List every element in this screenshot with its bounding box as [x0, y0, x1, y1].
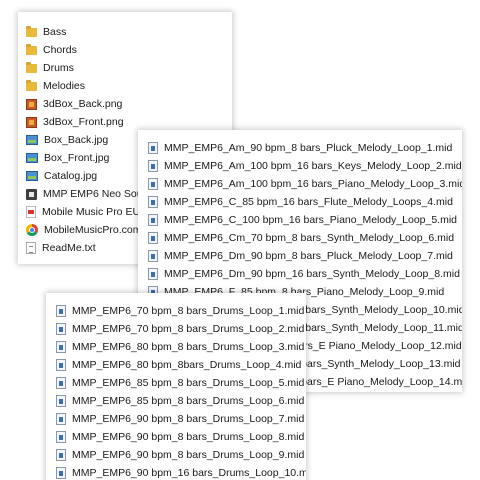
midi-file-icon	[56, 431, 66, 443]
midi-file-item[interactable]: MMP_EMP6_80 bpm_8 bars_Drums_Loop_3.mid	[56, 338, 306, 356]
midi-file-icon	[56, 395, 66, 407]
pdf-file-icon	[26, 206, 36, 218]
midi-file-item[interactable]: MMP_EMP6_85 bpm_8 bars_Drums_Loop_5.mid	[56, 374, 306, 392]
file-label: Drums	[43, 62, 74, 74]
file-label: MMP_EMP6_90 bpm_8 bars_Drums_Loop_8.mid	[72, 431, 305, 443]
file-label: 3dBox_Back.png	[43, 98, 123, 110]
file-item[interactable]: ReadMe.txt	[26, 239, 146, 257]
midi-file-icon	[148, 178, 158, 190]
midi-file-icon	[148, 160, 158, 172]
folder-icon	[26, 80, 37, 91]
folder-item-bass[interactable]: Bass	[26, 23, 146, 41]
midi-file-icon	[56, 341, 66, 353]
root-file-list: Bass Chords Drums Melodies 3dBox_Back.pn…	[26, 23, 146, 257]
midi-file-icon	[148, 214, 158, 226]
file-label: MMP_EMP6_C_100 bpm_16 bars_Piano_Melody_…	[164, 214, 458, 226]
folder-item-chords[interactable]: Chords	[26, 41, 146, 59]
file-label: MMP_EMP6_90 bpm_16 bars_Drums_Loop_10.mi…	[72, 467, 306, 479]
midi-file-item[interactable]: MMP_EMP6_Am_100 bpm_16 bars_Keys_Melody_…	[148, 157, 462, 175]
png-file-icon	[26, 116, 37, 128]
file-label: MMP_EMP6_80 bpm_8 bars_Drums_Loop_3.mid	[72, 341, 305, 353]
file-label: MobileMusicPro.com	[44, 224, 142, 236]
midi-file-item[interactable]: MMP_EMP6_Cm_70 bpm_8 bars_Synth_Melody_L…	[148, 229, 462, 247]
jpg-file-icon	[26, 171, 38, 181]
jpg-file-icon	[26, 135, 38, 145]
file-label: MMP_EMP6_Dm_90 bpm_8 bars_Pluck_Melody_L…	[164, 250, 453, 262]
midi-file-icon	[148, 268, 158, 280]
file-label: MMP EMP6 Neo Soul	[43, 188, 145, 200]
file-label: MMP_EMP6_Dm_90 bpm_16 bars_Synth_Melody_…	[164, 268, 460, 280]
midi-file-icon	[56, 323, 66, 335]
midi-file-item[interactable]: MMP_EMP6_90 bpm_8 bars_Drums_Loop_8.mid	[56, 428, 306, 446]
folder-item-melodies[interactable]: Melodies	[26, 77, 146, 95]
file-item[interactable]: Catalog.jpg	[26, 167, 146, 185]
file-label: MMP_EMP6_90 bpm_8 bars_Drums_Loop_7.mid	[72, 413, 305, 425]
midi-file-icon	[148, 142, 158, 154]
file-item[interactable]: Mobile Music Pro EUL	[26, 203, 146, 221]
file-item[interactable]: Box_Back.jpg	[26, 131, 146, 149]
midi-file-icon	[56, 467, 66, 479]
file-label: MMP_EMP6_70 bpm_8 bars_Drums_Loop_1.mid	[72, 305, 305, 317]
file-label: Box_Back.jpg	[44, 134, 109, 146]
file-label: Bass	[43, 26, 67, 38]
file-label: MMP_EMP6_90 bpm_8 bars_Drums_Loop_9.mid	[72, 449, 305, 461]
midi-file-icon	[56, 449, 66, 461]
midi-file-item[interactable]: MMP_EMP6_C_100 bpm_16 bars_Piano_Melody_…	[148, 211, 462, 229]
midi-file-item[interactable]: MMP_EMP6_Am_100 bpm_16 bars_Piano_Melody…	[148, 175, 462, 193]
file-item[interactable]: 3dBox_Back.png	[26, 95, 146, 113]
file-label: MMP_EMP6_Am_100 bpm_16 bars_Keys_Melody_…	[164, 160, 462, 172]
file-label: MMP_EMP6_85 bpm_8 bars_Drums_Loop_5.mid	[72, 377, 305, 389]
file-label: Chords	[43, 44, 77, 56]
file-label: Catalog.jpg	[44, 170, 98, 182]
midi-file-icon	[56, 305, 66, 317]
midi-file-item[interactable]: MMP_EMP6_Dm_90 bpm_16 bars_Synth_Melody_…	[148, 265, 462, 283]
file-label: Mobile Music Pro EUL	[42, 206, 146, 218]
midi-file-icon	[148, 250, 158, 262]
folder-item-drums[interactable]: Drums	[26, 59, 146, 77]
file-item[interactable]: 3dBox_Front.png	[26, 113, 146, 131]
file-label: MMP_EMP6_Am_90 bpm_8 bars_Pluck_Melody_L…	[164, 142, 453, 154]
application-icon	[26, 188, 37, 200]
midi-file-item[interactable]: MMP_EMP6_Dm_90 bpm_8 bars_Pluck_Melody_L…	[148, 247, 462, 265]
midi-file-item[interactable]: MMP_EMP6_Am_90 bpm_8 bars_Pluck_Melody_L…	[148, 139, 462, 157]
file-label: MMP_EMP6_70 bpm_8 bars_Drums_Loop_2.mid	[72, 323, 305, 335]
midi-file-item[interactable]: MMP_EMP6_C_85 bpm_16 bars_Flute_Melody_L…	[148, 193, 462, 211]
folder-icon	[26, 26, 37, 37]
drums-folder-panel: MMP_EMP6_70 bpm_8 bars_Drums_Loop_1.mid …	[46, 293, 306, 480]
file-item[interactable]: MobileMusicPro.com	[26, 221, 146, 239]
file-label: MMP_EMP6_85 bpm_8 bars_Drums_Loop_6.mid	[72, 395, 305, 407]
file-item[interactable]: MMP EMP6 Neo Soul	[26, 185, 146, 203]
midi-file-icon	[148, 196, 158, 208]
midi-file-item[interactable]: MMP_EMP6_80 bpm_8bars_Drums_Loop_4.mid	[56, 356, 306, 374]
midi-file-item[interactable]: MMP_EMP6_90 bpm_8 bars_Drums_Loop_9.mid	[56, 446, 306, 464]
midi-file-icon	[56, 359, 66, 371]
midi-file-item[interactable]: MMP_EMP6_85 bpm_8 bars_Drums_Loop_6.mid	[56, 392, 306, 410]
midi-file-icon	[56, 413, 66, 425]
folder-icon	[26, 44, 37, 55]
file-label: 3dBox_Front.png	[43, 116, 124, 128]
file-label: Box_Front.jpg	[44, 152, 110, 164]
png-file-icon	[26, 98, 37, 110]
midi-file-item[interactable]: MMP_EMP6_90 bpm_8 bars_Drums_Loop_7.mid	[56, 410, 306, 428]
file-label: MMP_EMP6_Cm_70 bpm_8 bars_Synth_Melody_L…	[164, 232, 455, 244]
file-label: Melodies	[43, 80, 86, 92]
midi-file-icon	[56, 377, 66, 389]
file-item[interactable]: Box_Front.jpg	[26, 149, 146, 167]
file-label: MMP_EMP6_80 bpm_8bars_Drums_Loop_4.mid	[72, 359, 302, 371]
drums-file-list: MMP_EMP6_70 bpm_8 bars_Drums_Loop_1.mid …	[56, 302, 306, 480]
stage: Bass Chords Drums Melodies 3dBox_Back.pn…	[0, 0, 480, 480]
file-label: MMP_EMP6_Am_100 bpm_16 bars_Piano_Melody…	[164, 178, 462, 190]
midi-file-item[interactable]: MMP_EMP6_70 bpm_8 bars_Drums_Loop_2.mid	[56, 320, 306, 338]
midi-file-icon	[148, 232, 158, 244]
jpg-file-icon	[26, 153, 38, 163]
midi-file-item[interactable]: MMP_EMP6_90 bpm_16 bars_Drums_Loop_10.mi…	[56, 464, 306, 480]
text-file-icon	[26, 242, 36, 254]
file-label: MMP_EMP6_C_85 bpm_16 bars_Flute_Melody_L…	[164, 196, 453, 208]
web-shortcut-icon	[26, 224, 38, 236]
file-label: ReadMe.txt	[42, 242, 96, 254]
folder-icon	[26, 62, 37, 73]
midi-file-item[interactable]: MMP_EMP6_70 bpm_8 bars_Drums_Loop_1.mid	[56, 302, 306, 320]
